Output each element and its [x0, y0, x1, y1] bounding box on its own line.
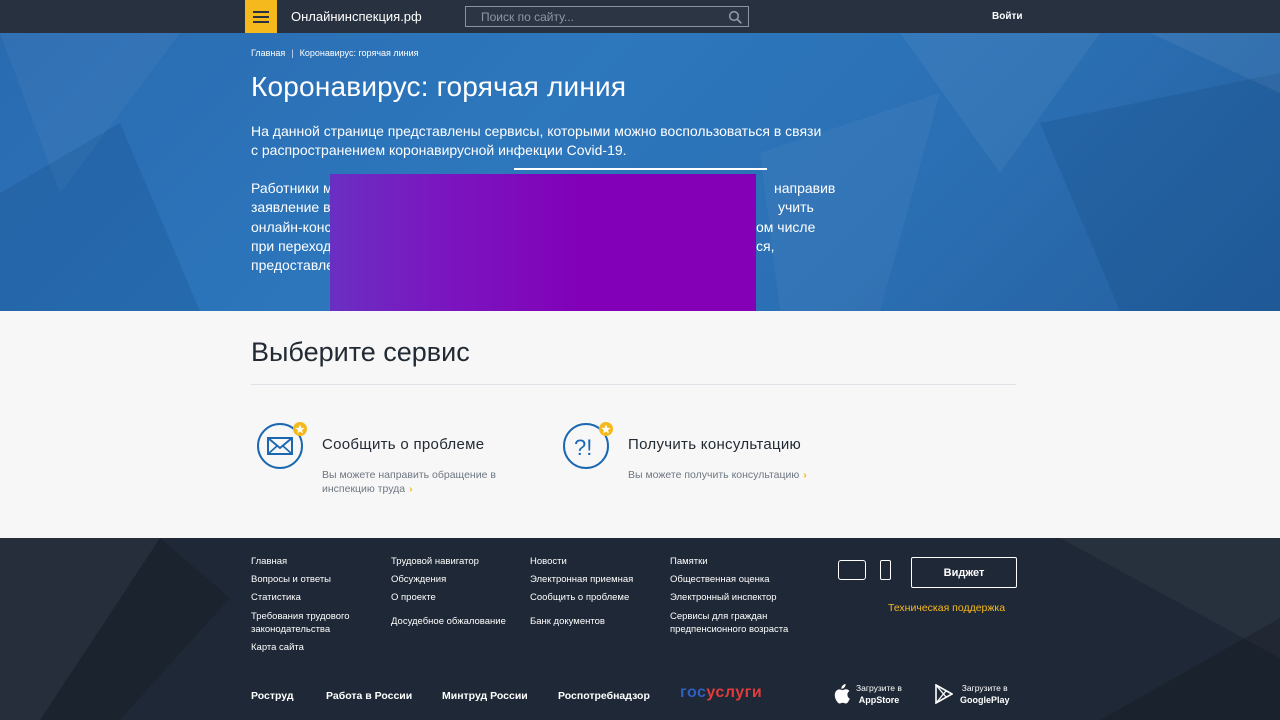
- footer-link[interactable]: Требования трудового законодательства: [251, 610, 361, 636]
- white-underline-bar: [514, 168, 767, 170]
- footer-link[interactable]: Досудебное обжалование: [391, 616, 506, 628]
- hero-lead-text: На данной странице представлены сервисы,…: [251, 123, 822, 158]
- breadcrumb-current: Коронавирус: горячая линия: [299, 48, 419, 58]
- footer-link[interactable]: Общественная оценка: [670, 574, 800, 586]
- breadcrumb-separator: |: [291, 48, 294, 58]
- footer-link[interactable]: О проекте: [391, 592, 506, 604]
- burger-line: [253, 21, 269, 23]
- chevron-right-icon[interactable]: ›: [409, 483, 413, 495]
- search-input[interactable]: [466, 7, 720, 26]
- breadcrumb-home-link[interactable]: Главная: [251, 48, 285, 58]
- footer: Главная Вопросы и ответы Статистика Треб…: [0, 538, 1280, 720]
- envelope-icon: [257, 422, 307, 469]
- footer-link[interactable]: Электронная приемная: [530, 574, 633, 586]
- apple-icon[interactable]: [832, 684, 850, 704]
- services-divider: [251, 384, 1016, 385]
- footer-link[interactable]: Главная: [251, 556, 361, 568]
- top-bar: Онлайнинспекция.рф Войти: [0, 0, 1280, 33]
- footer-column-3: Новости Электронная приемная Сообщить о …: [530, 556, 633, 628]
- burger-line: [253, 16, 269, 18]
- tech-support-link[interactable]: Техническая поддержка: [888, 602, 1005, 614]
- service-title[interactable]: Получить консультацию: [628, 436, 801, 453]
- chevron-right-icon[interactable]: ›: [803, 469, 807, 481]
- footer-link[interactable]: Статистика: [251, 592, 361, 604]
- service-title[interactable]: Сообщить о проблеме: [322, 436, 484, 453]
- footer-link[interactable]: Банк документов: [530, 616, 633, 628]
- partner-link-rostrud[interactable]: Роструд: [251, 690, 294, 702]
- phone-icon[interactable]: [880, 560, 891, 580]
- footer-link[interactable]: Новости: [530, 556, 633, 568]
- question-exclamation-icon: ?!: [563, 422, 613, 469]
- footer-column-2: Трудовой навигатор Обсуждения О проекте …: [391, 556, 506, 628]
- svg-text:?!: ?!: [574, 435, 592, 460]
- search-box: [465, 6, 749, 27]
- breadcrumb: Главная | Коронавирус: горячая линия: [251, 48, 419, 58]
- partner-link-trudvsem[interactable]: Работа в России: [326, 690, 412, 702]
- service-description: Вы можете направить обращение в инспекци…: [322, 469, 496, 495]
- gosuslugi-logo-link[interactable]: госуслуги: [680, 684, 762, 702]
- appstore-link[interactable]: Загрузите в AppStore: [856, 682, 902, 706]
- footer-link[interactable]: Обсуждения: [391, 574, 506, 586]
- partner-link-mintrud[interactable]: Минтруд России: [442, 690, 528, 702]
- burger-line: [253, 11, 269, 13]
- footer-link[interactable]: Вопросы и ответы: [251, 574, 361, 586]
- footer-column-4: Памятки Общественная оценка Электронный …: [670, 556, 800, 636]
- tablet-icon[interactable]: [838, 560, 866, 580]
- footer-link[interactable]: Сервисы для граждан предпенсионного возр…: [670, 610, 800, 636]
- search-icon[interactable]: [728, 10, 742, 24]
- widget-button[interactable]: Виджет: [911, 557, 1017, 588]
- footer-link[interactable]: Электронный инспектор: [670, 592, 800, 604]
- menu-burger-icon[interactable]: [245, 0, 277, 33]
- services-title: Выберите сервис: [251, 337, 470, 367]
- footer-link[interactable]: Карта сайта: [251, 642, 361, 654]
- footer-link[interactable]: Трудовой навигатор: [391, 556, 506, 568]
- login-link[interactable]: Войти: [992, 11, 1023, 22]
- footer-column-1: Главная Вопросы и ответы Статистика Треб…: [251, 556, 361, 654]
- google-play-icon[interactable]: [935, 684, 953, 704]
- footer-link[interactable]: Памятки: [670, 556, 800, 568]
- partner-link-rospotrebnadzor[interactable]: Роспотребнадзор: [558, 690, 650, 702]
- page-title: Коронавирус: горячая линия: [251, 71, 627, 102]
- site-logo-link[interactable]: Онлайнинспекция.рф: [291, 9, 422, 24]
- hero-section: Главная | Коронавирус: горячая линия Корон…: [0, 33, 1280, 311]
- redaction-overlay: [330, 174, 756, 311]
- googleplay-link[interactable]: Загрузите в GooglePlay: [960, 682, 1010, 706]
- footer-link[interactable]: Сообщить о проблеме: [530, 592, 633, 604]
- service-description: Вы можете получить консультацию ›: [628, 469, 807, 481]
